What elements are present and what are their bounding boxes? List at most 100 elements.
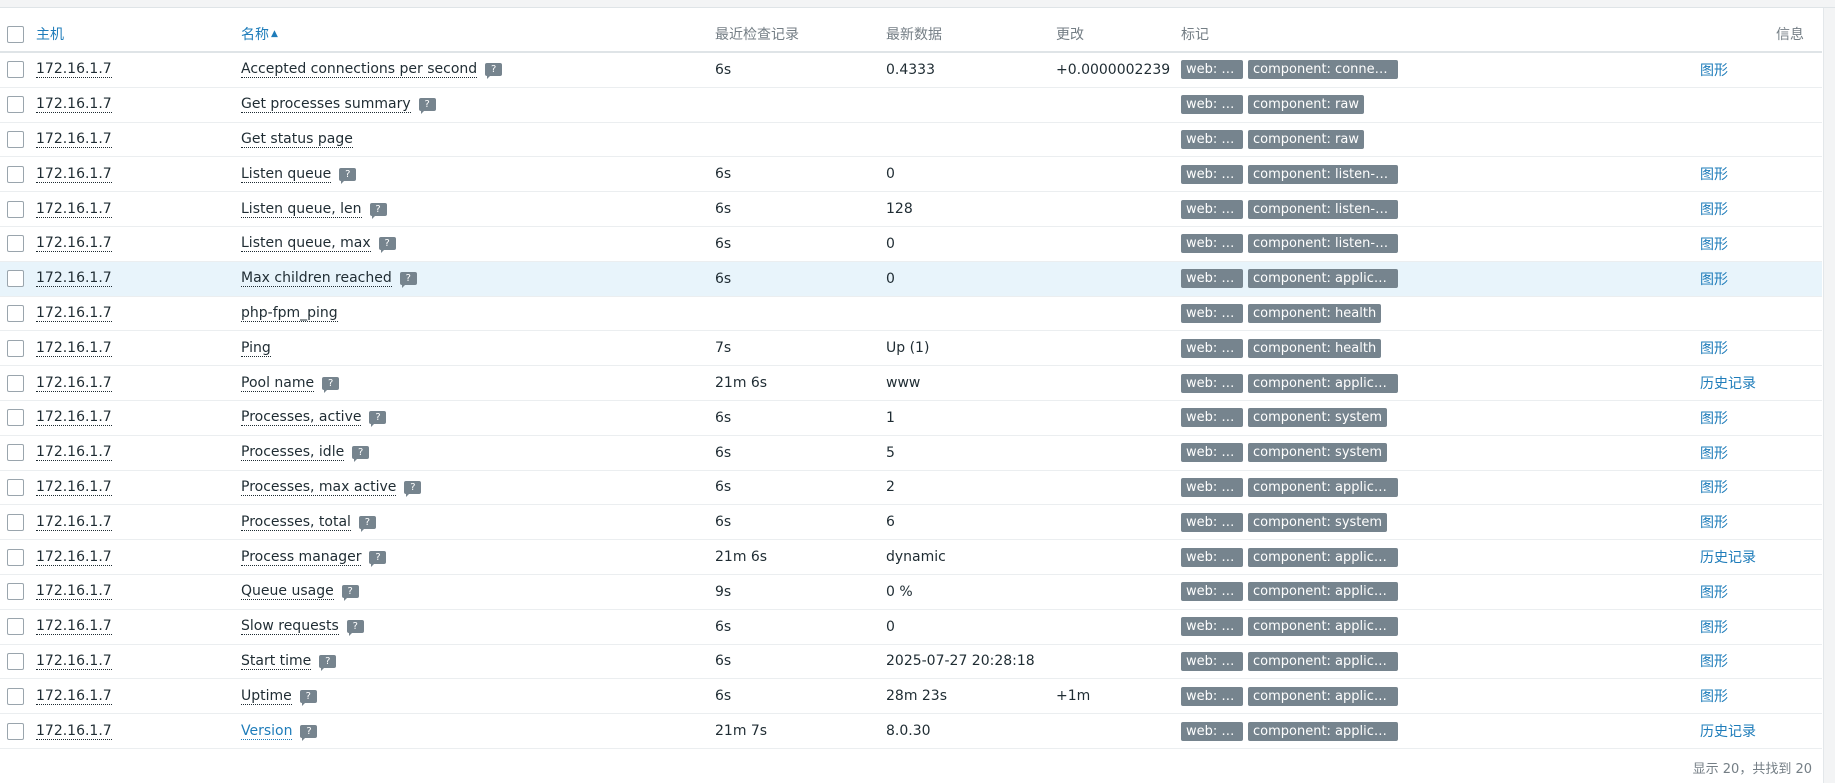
tag-badge[interactable]: web: php [1181, 303, 1243, 323]
description-hint-icon[interactable]: ? [358, 515, 376, 532]
graph-link[interactable]: 图形 [1700, 477, 1728, 497]
host-link[interactable]: 172.16.1.7 [36, 375, 112, 392]
row-checkbox[interactable] [7, 130, 24, 148]
tag-badge[interactable]: component: listen-qu... [1248, 234, 1398, 254]
host-link[interactable]: 172.16.1.7 [36, 305, 112, 322]
host-link[interactable]: 172.16.1.7 [36, 409, 112, 427]
item-name[interactable]: Start time [241, 653, 312, 670]
row-checkbox[interactable] [7, 270, 24, 288]
tag-badge[interactable]: web: php [1181, 129, 1243, 149]
graph-link[interactable]: 图形 [1700, 164, 1728, 184]
item-name[interactable]: Processes, max active [241, 479, 397, 496]
tag-badge[interactable]: component: system [1248, 443, 1388, 463]
item-name[interactable]: Processes, total [241, 514, 351, 531]
host-link[interactable]: 172.16.1.7 [36, 340, 112, 357]
description-hint-icon[interactable]: ? [485, 63, 503, 80]
row-checkbox[interactable] [7, 165, 24, 183]
host-link[interactable]: 172.16.1.7 [36, 583, 112, 601]
tag-badge[interactable]: component: system [1248, 408, 1388, 428]
tag-badge[interactable]: web: php [1181, 95, 1243, 115]
item-name[interactable]: php-fpm_ping [241, 305, 338, 322]
tag-badge[interactable]: component: application [1248, 547, 1398, 567]
tag-badge[interactable]: web: php [1181, 686, 1243, 706]
description-hint-icon[interactable]: ? [418, 98, 436, 115]
row-checkbox[interactable] [7, 513, 24, 531]
item-name[interactable]: Process manager [241, 549, 362, 566]
tag-badge[interactable]: web: php [1181, 721, 1243, 741]
tag-badge[interactable]: web: php [1181, 269, 1243, 289]
item-name[interactable]: Listen queue [241, 166, 332, 183]
tag-badge[interactable]: component: raw [1248, 95, 1364, 115]
column-host[interactable]: 主机 [36, 24, 64, 44]
host-link[interactable]: 172.16.1.7 [36, 688, 112, 705]
tag-badge[interactable]: web: php [1181, 651, 1243, 671]
item-name[interactable]: Get status page [241, 131, 353, 148]
tag-badge[interactable]: component: application [1248, 721, 1398, 741]
tag-badge[interactable]: web: php [1181, 617, 1243, 637]
row-checkbox[interactable] [7, 304, 24, 322]
tag-badge[interactable]: component: application [1248, 686, 1398, 706]
tag-badge[interactable]: component: application [1248, 477, 1398, 497]
host-link[interactable]: 172.16.1.7 [36, 96, 112, 114]
item-name[interactable]: Listen queue, len [241, 201, 362, 218]
host-link[interactable]: 172.16.1.7 [36, 270, 112, 288]
description-hint-icon[interactable]: ? [404, 480, 422, 497]
row-checkbox[interactable] [7, 96, 24, 114]
description-hint-icon[interactable]: ? [399, 272, 417, 289]
row-checkbox[interactable] [7, 722, 24, 740]
item-name[interactable]: Listen queue, max [241, 235, 371, 253]
tag-badge[interactable]: web: php [1181, 60, 1243, 80]
graph-link[interactable]: 图形 [1700, 408, 1728, 428]
host-link[interactable]: 172.16.1.7 [36, 549, 112, 566]
row-checkbox[interactable] [7, 374, 24, 392]
row-checkbox[interactable] [7, 583, 24, 601]
tag-badge[interactable]: component: health [1248, 338, 1382, 358]
tag-badge[interactable]: web: php [1181, 512, 1243, 532]
item-name[interactable]: Processes, active [241, 409, 362, 427]
tag-badge[interactable]: component: application [1248, 651, 1398, 671]
description-hint-icon[interactable]: ? [369, 411, 387, 428]
item-name[interactable]: Slow requests [241, 618, 339, 636]
item-name[interactable]: Get processes summary [241, 96, 411, 114]
description-hint-icon[interactable]: ? [341, 585, 359, 602]
tag-badge[interactable]: component: raw [1248, 129, 1364, 149]
row-checkbox[interactable] [7, 235, 24, 253]
row-checkbox[interactable] [7, 652, 24, 670]
graph-link[interactable]: 图形 [1700, 512, 1728, 532]
description-hint-icon[interactable]: ? [352, 446, 370, 463]
description-hint-icon[interactable]: ? [300, 724, 318, 741]
graph-link[interactable]: 图形 [1700, 617, 1728, 637]
history-link[interactable]: 历史记录 [1700, 373, 1756, 393]
item-name[interactable]: Processes, idle [241, 444, 345, 462]
tag-badge[interactable]: web: php [1181, 547, 1243, 567]
history-link[interactable]: 历史记录 [1700, 547, 1756, 567]
tag-badge[interactable]: web: php [1181, 477, 1243, 497]
tag-badge[interactable]: component: application [1248, 269, 1398, 289]
graph-link[interactable]: 图形 [1700, 651, 1728, 671]
tag-badge[interactable]: component: health [1248, 303, 1382, 323]
graph-link[interactable]: 图形 [1700, 234, 1728, 254]
host-link[interactable]: 172.16.1.7 [36, 201, 112, 218]
graph-link[interactable]: 图形 [1700, 60, 1728, 80]
row-checkbox[interactable] [7, 548, 24, 566]
host-link[interactable]: 172.16.1.7 [36, 514, 112, 531]
row-checkbox[interactable] [7, 618, 24, 636]
host-link[interactable]: 172.16.1.7 [36, 479, 112, 496]
item-name[interactable]: Queue usage [241, 583, 334, 601]
description-hint-icon[interactable]: ? [378, 237, 396, 254]
tag-badge[interactable]: component: system [1248, 512, 1388, 532]
description-hint-icon[interactable]: ? [346, 620, 364, 637]
tag-badge[interactable]: component: application [1248, 582, 1398, 602]
tag-badge[interactable]: web: php [1181, 408, 1243, 428]
tag-badge[interactable]: component: listen-qu... [1248, 164, 1398, 184]
host-link[interactable]: 172.16.1.7 [36, 235, 112, 253]
tag-badge[interactable]: web: php [1181, 338, 1243, 358]
tag-badge[interactable]: component: application [1248, 373, 1398, 393]
tag-badge[interactable]: web: php [1181, 373, 1243, 393]
description-hint-icon[interactable]: ? [369, 202, 387, 219]
graph-link[interactable]: 图形 [1700, 686, 1728, 706]
tag-badge[interactable]: component: listen-qu... [1248, 199, 1398, 219]
history-link[interactable]: 历史记录 [1700, 721, 1756, 741]
tag-badge[interactable]: web: php [1181, 164, 1243, 184]
description-hint-icon[interactable]: ? [319, 654, 337, 671]
